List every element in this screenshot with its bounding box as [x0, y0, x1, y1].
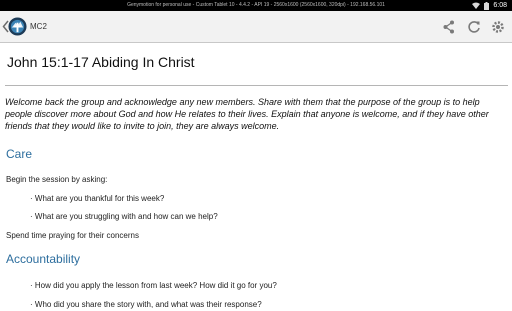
care-lead: Begin the session by asking: [6, 175, 108, 184]
title-divider [5, 85, 508, 86]
lesson-content[interactable]: John 15:1-17 Abiding In Christ Welcome b… [0, 43, 512, 311]
care-question: · What are you thankful for this week? [30, 194, 165, 203]
page-title: John 15:1-17 Abiding In Christ [7, 54, 195, 70]
action-bar: MC2 [0, 11, 512, 43]
clock: 6:08 [493, 2, 507, 9]
app-logo-icon[interactable] [8, 17, 27, 36]
app-title: MC2 [30, 22, 47, 31]
genymotion-notice: Genymotion for personal use - Custom Tab… [127, 2, 385, 8]
status-indicators: 6:08 [472, 0, 507, 11]
care-heading: Care [6, 147, 33, 161]
share-icon[interactable] [441, 19, 457, 35]
care-question: · What are you struggling with and how c… [30, 212, 218, 221]
care-closing: Spend time praying for their concerns [6, 231, 139, 240]
accountability-question: · How did you apply the lesson from last… [30, 281, 277, 290]
accountability-question: · Who did you share the story with, and … [30, 300, 262, 309]
battery-icon [484, 1, 490, 10]
settings-icon[interactable] [490, 19, 506, 35]
status-bar: Genymotion for personal use - Custom Tab… [0, 0, 512, 11]
accountability-heading: Accountability [6, 252, 81, 266]
wifi-icon [472, 2, 481, 9]
refresh-icon[interactable] [466, 19, 482, 35]
intro-paragraph: Welcome back the group and acknowledge a… [5, 97, 489, 131]
